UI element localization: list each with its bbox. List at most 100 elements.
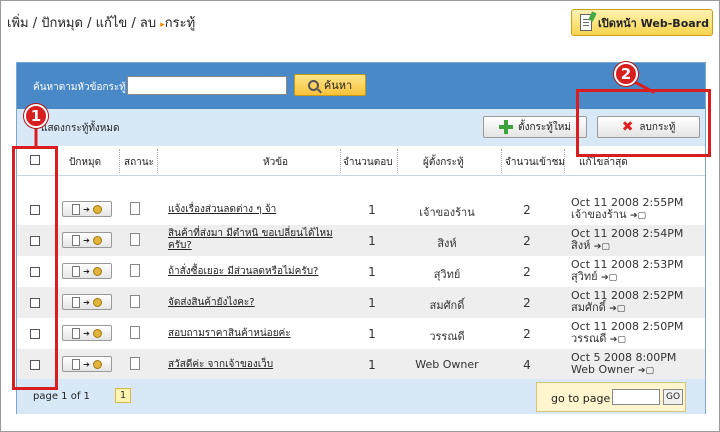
open-webboard-label: เปิดหน้า Web-Board — [598, 16, 709, 30]
column-header-status: สถานะ — [124, 157, 154, 168]
last-post-info: Oct 11 2008 2:55PM เจ้าของร้าน ➔▢ — [571, 197, 683, 222]
column-header-views: จำนวนเข้าชม — [505, 157, 566, 168]
view-count: 2 — [523, 234, 531, 248]
goto-page-label: go to page — [551, 392, 611, 405]
column-divider — [119, 149, 120, 173]
last-post-author: เจ้าของร้าน — [571, 208, 627, 221]
goto-page-box: go to page GO — [536, 382, 686, 412]
document-icon — [72, 203, 81, 215]
go-to-post-icon[interactable]: ➔▢ — [609, 304, 625, 314]
topic-link[interactable]: ถ้าสั่งซื้อเยอะ มีส่วนลดหรือไม่ครับ? — [168, 266, 358, 278]
arrow-right-icon: ➔ — [83, 204, 90, 214]
topic-title: สินค้าที่ส่งมา มีตำหนิ ขอเปลี่ยนได้ไหม — [168, 228, 333, 239]
pin-icon — [92, 359, 102, 369]
goto-page-button[interactable]: GO — [663, 389, 683, 405]
view-count: 2 — [523, 327, 531, 341]
table-row: ➔ สอบถามราคาสินค้าหน่อยค่ะ 1 วรรณดี 2 Oct 11 … — [17, 318, 705, 349]
column-header-author: ผู้ตั้งกระทู้ — [423, 157, 464, 168]
column-header-replies: จำนวนตอบ — [343, 157, 393, 168]
status-document-icon — [130, 264, 140, 277]
reply-count: 1 — [368, 358, 376, 372]
search-label: ค้นหาตามหัวข้อกระทู้ — [33, 82, 126, 93]
last-post-info: Oct 11 2008 2:53PM สุวิทย์ ➔▢ — [571, 259, 683, 284]
column-header-pin: ปักหมุด — [69, 157, 102, 168]
topic-link[interactable]: จัดส่งสินค้ายังไงคะ? — [168, 297, 358, 309]
reply-count: 1 — [368, 265, 376, 279]
arrow-right-icon: ➔ — [83, 359, 90, 369]
arrow-right-icon: ➔ — [83, 328, 90, 338]
column-divider — [397, 149, 398, 173]
go-to-post-icon[interactable]: ➔▢ — [638, 366, 654, 376]
topic-author: สมศักดิ์ — [429, 299, 465, 312]
column-header-subject: หัวข้อ — [263, 157, 289, 168]
table-row: ➔ สินค้าที่ส่งมา มีตำหนิ ขอเปลี่ยนได้ไหมค… — [17, 225, 705, 256]
pin-button[interactable]: ➔ — [62, 263, 112, 279]
pin-button[interactable]: ➔ — [62, 356, 112, 372]
topic-link[interactable]: สวัสดีค่ะ จากเจ้าของเว็บ — [168, 359, 358, 371]
column-divider — [501, 149, 502, 173]
view-count: 2 — [523, 265, 531, 279]
pin-icon — [92, 235, 102, 245]
last-post-info: Oct 5 2008 8:00PM Web Owner ➔▢ — [571, 352, 676, 377]
pin-icon — [92, 266, 102, 276]
new-topic-label: ตั้งกระทู้ใหม่ — [518, 121, 571, 133]
last-post-info: Oct 11 2008 2:50PM วรรณดี ➔▢ — [571, 321, 683, 346]
last-post-author: วรรณดี — [571, 332, 607, 345]
topic-author: วรรณดี — [429, 330, 465, 343]
plus-icon — [499, 120, 514, 134]
topic-author: Web Owner — [415, 358, 479, 371]
pin-icon — [92, 204, 102, 214]
go-to-post-icon[interactable]: ➔▢ — [594, 242, 610, 252]
arrow-right-icon: ➔ — [83, 235, 90, 245]
topic-link[interactable]: แจ้งเรื่องส่วนลดต่าง ๆ จ้า — [168, 204, 358, 216]
open-webboard-button[interactable]: เปิดหน้า Web-Board — [571, 9, 713, 36]
view-count: 2 — [523, 203, 531, 217]
note-pencil-icon — [580, 14, 592, 31]
reply-count: 1 — [368, 296, 376, 310]
pin-button[interactable]: ➔ — [62, 325, 112, 341]
view-count: 2 — [523, 296, 531, 310]
status-document-icon — [130, 202, 140, 215]
search-button[interactable]: ค้นหา — [294, 74, 366, 96]
search-input[interactable] — [127, 76, 287, 95]
pin-icon — [92, 297, 102, 307]
topic-title: สวัสดีค่ะ จากเจ้าของเว็บ — [168, 359, 274, 370]
last-post-author: Web Owner — [571, 363, 635, 376]
last-post-info: Oct 11 2008 2:54PM สิงห์ ➔▢ — [571, 228, 683, 253]
annotation-marker-2: 2 — [614, 62, 638, 86]
topic-title: จัดส่งสินค้ายังไงคะ? — [168, 297, 255, 308]
table-row: ➔ สวัสดีค่ะ จากเจ้าของเว็บ 1 Web Owner 4 Oct … — [17, 349, 705, 380]
page-info: page 1 of 1 — [33, 391, 90, 402]
column-divider — [157, 149, 158, 173]
topic-title: ถ้าสั่งซื้อเยอะ มีส่วนลดหรือไม่ครับ? — [168, 266, 319, 277]
go-to-post-icon[interactable]: ➔▢ — [630, 211, 646, 221]
reply-count: 1 — [368, 327, 376, 341]
status-document-icon — [130, 357, 140, 370]
document-icon — [72, 265, 81, 277]
goto-page-input[interactable] — [612, 389, 660, 405]
breadcrumb-path: เพิ่ม / ปักหมุด / แก้ไข / ลบ — [7, 16, 157, 31]
annotation-box-delete — [576, 89, 711, 157]
table-row: ➔ แจ้งเรื่องส่วนลดต่าง ๆ จ้า 1 เจ้าของร้าน 2… — [17, 194, 705, 225]
topic-author: สุวิทย์ — [433, 268, 461, 281]
pin-button[interactable]: ➔ — [62, 294, 112, 310]
topic-title-continued: ครับ? — [168, 240, 192, 251]
status-document-icon — [130, 233, 140, 246]
column-divider — [564, 149, 565, 173]
topic-link[interactable]: สอบถามราคาสินค้าหน่อยค่ะ — [168, 328, 358, 340]
last-post-info: Oct 11 2008 2:52PM สมศักดิ์ ➔▢ — [571, 290, 683, 315]
search-icon — [307, 79, 319, 91]
show-all-topics-link[interactable]: แสดงกระทู้ทั้งหมด — [41, 121, 119, 136]
pin-button[interactable]: ➔ — [62, 201, 112, 217]
topic-author: สิงห์ — [437, 237, 457, 250]
document-icon — [72, 296, 81, 308]
annotation-box-checkboxes — [12, 146, 58, 390]
arrow-right-icon: ➔ — [83, 266, 90, 276]
column-header-last-post: แก้ไขล่าสุด — [579, 157, 628, 168]
pin-button[interactable]: ➔ — [62, 232, 112, 248]
topic-link[interactable]: สินค้าที่ส่งมา มีตำหนิ ขอเปลี่ยนได้ไหม คร… — [168, 228, 358, 252]
go-to-post-icon[interactable]: ➔▢ — [610, 335, 626, 345]
go-to-post-icon[interactable]: ➔▢ — [601, 273, 617, 283]
new-topic-button[interactable]: ตั้งกระทู้ใหม่ — [483, 116, 587, 138]
page-number-link[interactable]: 1 — [115, 388, 131, 403]
